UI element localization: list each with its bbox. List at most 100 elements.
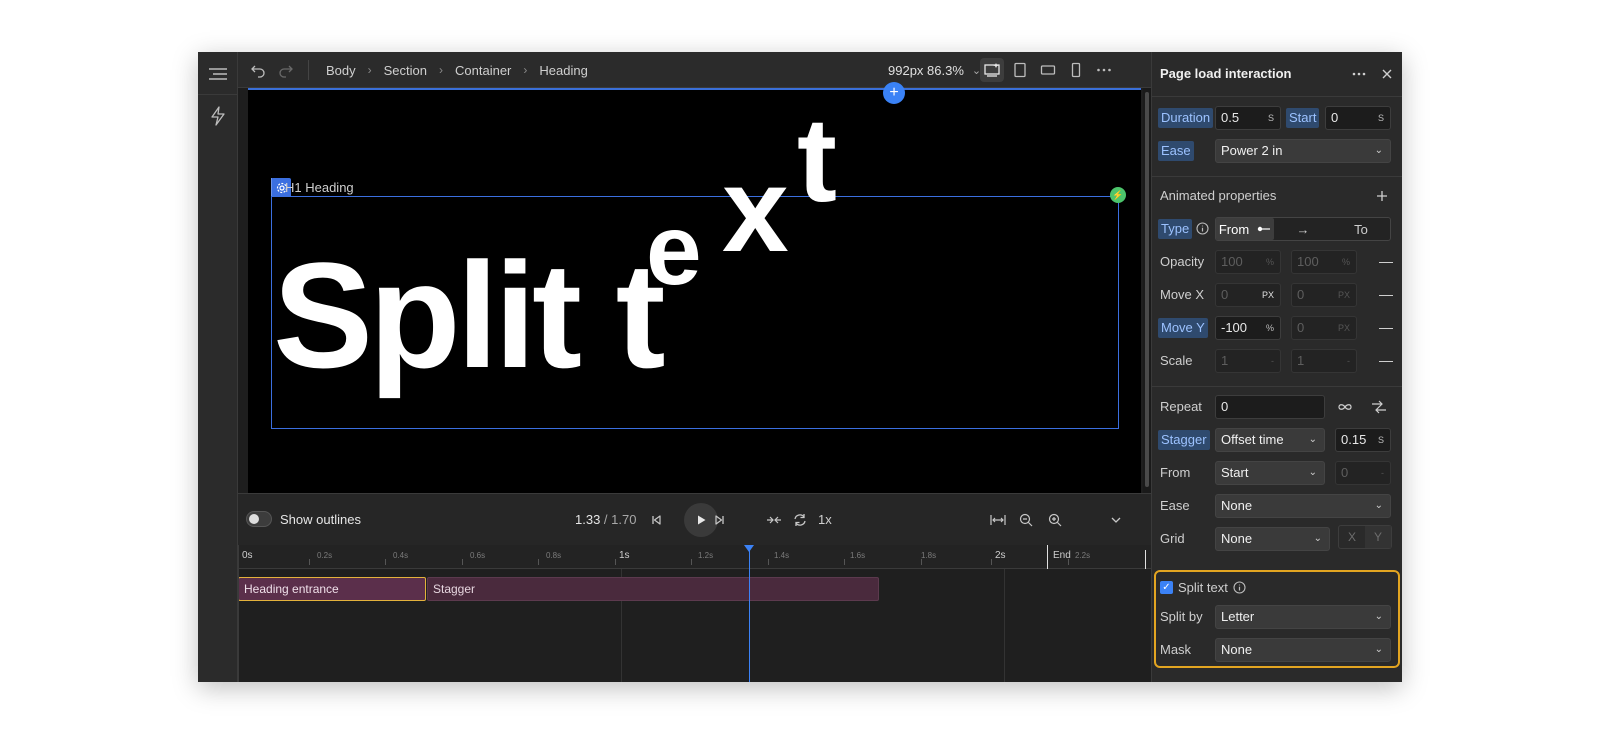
type-from-option[interactable]: From [1216, 218, 1274, 240]
opacity-label: Opacity [1160, 254, 1205, 269]
split-by-select[interactable]: Letter ⌄ [1215, 605, 1391, 629]
mobile-landscape-icon[interactable] [1036, 58, 1060, 82]
from-label: From [1160, 465, 1191, 480]
breadcrumb-body[interactable]: Body [326, 63, 356, 78]
chevron-right-icon: › [367, 63, 372, 77]
infinite-repeat-icon[interactable] [1337, 400, 1353, 414]
grid-y-option[interactable]: Y [1365, 526, 1391, 548]
breadcrumb-container[interactable]: Container [455, 63, 511, 78]
split-by-label: Split by [1160, 609, 1203, 624]
interaction-indicator-icon[interactable]: ⚡ [1110, 187, 1126, 203]
tick-label: 0s [242, 550, 253, 561]
from-dot-icon [1257, 226, 1271, 232]
animated-properties-label: Animated properties [1160, 188, 1277, 203]
start-input[interactable]: 0 S [1325, 106, 1391, 130]
ease-select[interactable]: Power 2 in ⌄ [1215, 139, 1391, 163]
scale-label: Scale [1160, 353, 1193, 368]
breadcrumb-heading[interactable]: Heading [539, 63, 587, 78]
chevron-down-icon: ⌄ [1374, 611, 1383, 622]
movex-label: Move X [1160, 287, 1205, 302]
remove-movex-icon[interactable] [1379, 295, 1393, 296]
playback-time: 1.33 / 1.70 [575, 512, 636, 527]
track-stagger[interactable]: Stagger [427, 577, 879, 601]
track-heading-entrance[interactable]: Heading entrance [238, 577, 426, 601]
chevron-down-icon: ⌄ [1308, 467, 1317, 478]
remove-movey-icon[interactable] [1379, 328, 1393, 329]
yoyo-icon[interactable] [1370, 400, 1388, 414]
top-toolbar: Body › Section › Container › Heading 992… [238, 52, 1151, 88]
repeat-label: Repeat [1160, 399, 1202, 414]
breadcrumb-section[interactable]: Section [384, 63, 427, 78]
playhead[interactable] [749, 545, 750, 682]
repeat-input[interactable]: 0 [1215, 395, 1325, 419]
tick-label: 0.8s [546, 551, 562, 560]
section-outline [248, 88, 1141, 90]
stagger-mode-select[interactable]: Offset time ⌄ [1215, 428, 1325, 452]
add-element-button[interactable]: + [883, 82, 905, 104]
breadcrumb: Body › Section › Container › Heading [326, 52, 588, 88]
grid-x-option[interactable]: X [1339, 526, 1365, 548]
close-icon[interactable] [1377, 64, 1397, 84]
opacity-from-input[interactable]: 100 % [1215, 250, 1281, 274]
show-outlines-label: Show outlines [280, 512, 361, 527]
scale-to-input[interactable]: 1 - [1291, 349, 1357, 373]
viewport-zoom-dropdown[interactable]: 992px 86.3% ⌄ [888, 52, 981, 88]
timeline-ruler[interactable]: 0s 0.2s 0.4s 0.6s 0.8s 1s 1.2s 1.4s 1.6s… [238, 545, 1151, 569]
fit-width-icon[interactable] [986, 508, 1010, 532]
desktop-breakpoint-icon[interactable] [980, 58, 1004, 82]
skip-forward-icon[interactable] [708, 508, 732, 532]
interactions-bolt-icon[interactable] [206, 104, 230, 128]
stagger-value-input[interactable]: 0.15 S [1335, 428, 1391, 452]
remove-scale-icon[interactable] [1379, 361, 1393, 362]
stagger-ease-select[interactable]: None ⌄ [1215, 494, 1391, 518]
selected-element-tag[interactable]: H1 Heading [271, 178, 354, 197]
collapse-icon[interactable] [762, 508, 786, 532]
split-text-checkbox[interactable]: ✓ [1160, 581, 1173, 594]
duration-input[interactable]: 0.5 S [1215, 106, 1281, 130]
stagger-ease-label: Ease [1160, 498, 1190, 513]
chevron-down-icon: ⌄ [1374, 500, 1383, 511]
menu-icon[interactable] [206, 62, 230, 86]
tick-label: 2s [995, 550, 1006, 561]
type-from-to-option[interactable]: → [1274, 218, 1332, 240]
loop-icon[interactable] [788, 508, 812, 532]
end-marker[interactable] [1047, 545, 1048, 569]
movex-from-input[interactable]: 0 PX [1215, 283, 1281, 307]
undo-icon[interactable] [246, 58, 270, 82]
end-marker-handle[interactable] [1145, 550, 1146, 569]
canvas-scrollbar[interactable] [1143, 88, 1151, 493]
mask-select[interactable]: None ⌄ [1215, 638, 1391, 662]
tablet-breakpoint-icon[interactable] [1008, 58, 1032, 82]
grid-axis-toggle[interactable]: X Y [1338, 525, 1392, 549]
redo-icon[interactable] [274, 58, 298, 82]
movex-to-input[interactable]: 0 PX [1291, 283, 1357, 307]
show-outlines-toggle[interactable] [246, 511, 272, 527]
from-number-input[interactable]: 0 - [1335, 461, 1391, 485]
info-icon[interactable] [1196, 222, 1209, 235]
opacity-to-input[interactable]: 100 % [1291, 250, 1357, 274]
playhead-handle[interactable] [744, 545, 754, 552]
playback-speed[interactable]: 1x [818, 512, 832, 527]
more-horizontal-icon[interactable] [1092, 58, 1116, 82]
chevron-right-icon: › [523, 63, 528, 77]
zoom-in-icon[interactable] [1043, 508, 1067, 532]
remove-opacity-icon[interactable] [1379, 262, 1393, 263]
movey-from-input[interactable]: -100 % [1215, 316, 1281, 340]
chevron-right-icon: › [439, 63, 444, 77]
type-segmented-control[interactable]: From → To [1215, 217, 1391, 241]
grid-select[interactable]: None ⌄ [1215, 527, 1330, 551]
design-canvas[interactable]: + H1 Heading ⚡ Split t e x t [248, 82, 1141, 493]
mobile-portrait-icon[interactable] [1064, 58, 1088, 82]
collapse-timeline-chevron-icon[interactable] [1104, 508, 1128, 532]
info-icon[interactable] [1233, 581, 1246, 594]
scale-from-input[interactable]: 1 - [1215, 349, 1281, 373]
chevron-down-icon: ⌄ [1308, 434, 1317, 445]
more-horizontal-icon[interactable] [1349, 64, 1369, 84]
add-property-icon[interactable] [1372, 186, 1392, 206]
from-select[interactable]: Start ⌄ [1215, 461, 1325, 485]
type-to-option[interactable]: To [1332, 218, 1390, 240]
movey-to-input[interactable]: 0 PX [1291, 316, 1357, 340]
skip-back-icon[interactable] [644, 508, 668, 532]
zoom-out-icon[interactable] [1014, 508, 1038, 532]
tick-label: 0.6s [470, 551, 486, 560]
